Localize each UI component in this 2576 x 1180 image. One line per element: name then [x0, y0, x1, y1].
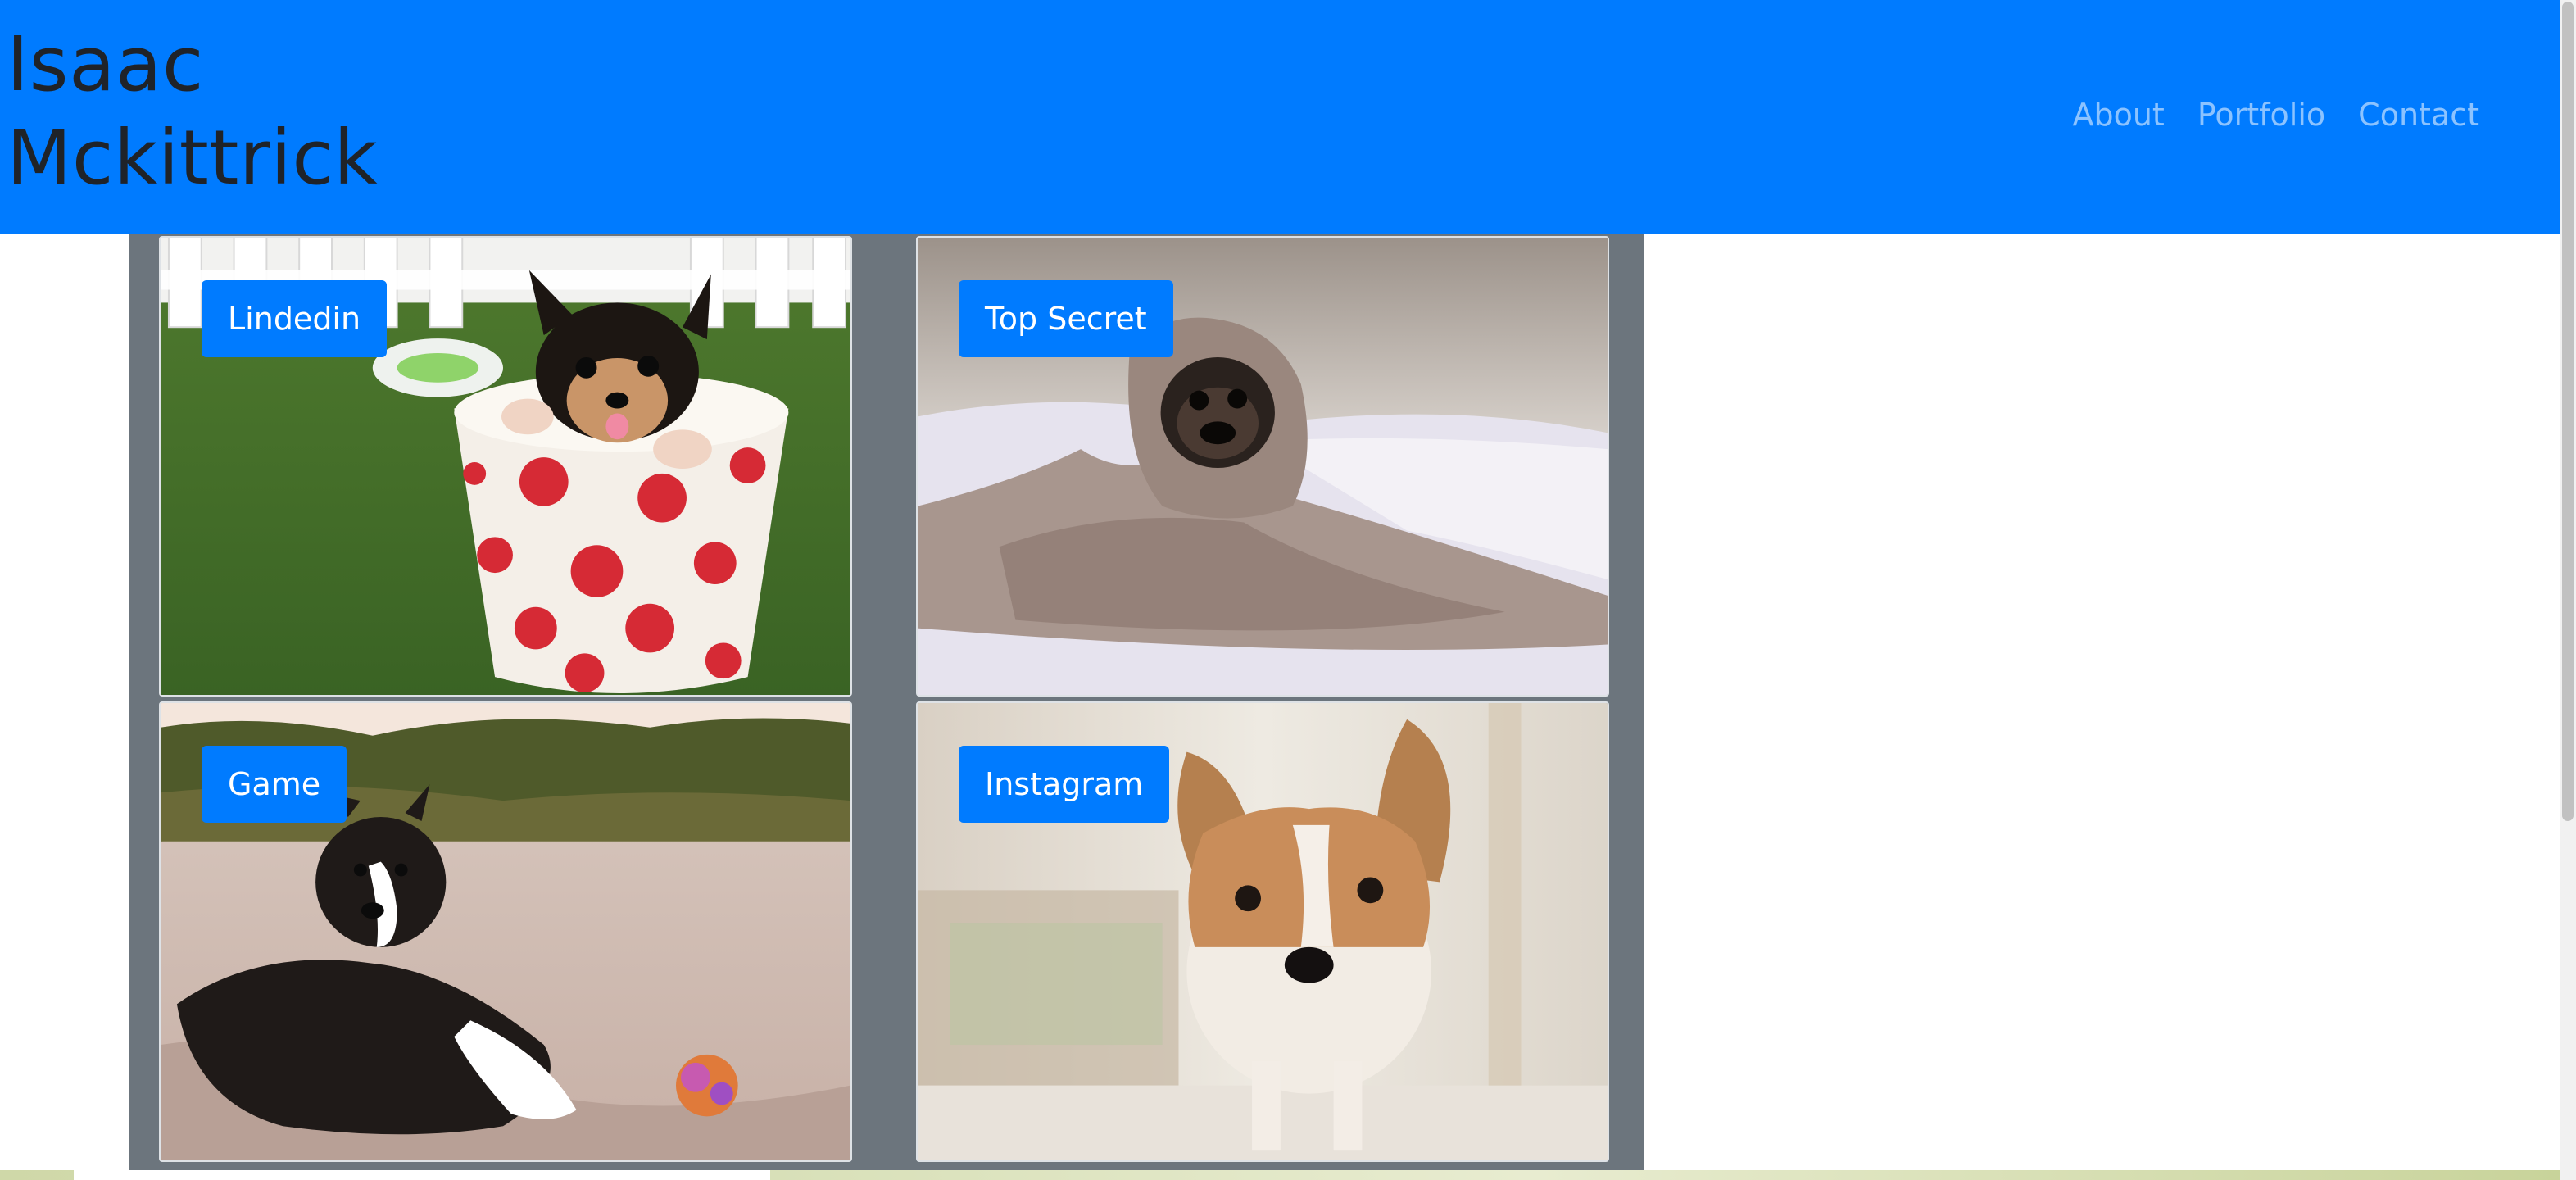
portfolio-card-game[interactable]: Game [159, 701, 852, 1162]
lindedin-button[interactable]: Lindedin [202, 280, 388, 357]
game-button[interactable]: Game [202, 746, 347, 823]
page-scrollbar[interactable] [2560, 0, 2576, 1180]
top-navbar: Isaac Mckittrick About Portfolio Contact [0, 0, 2560, 234]
nav-link-portfolio[interactable]: Portfolio [2197, 92, 2325, 138]
brand-first-name: Isaac [7, 20, 204, 108]
brand-last-name: Mckittrick [7, 114, 379, 202]
nav-links: About Portfolio Contact [2072, 92, 2479, 138]
instagram-button[interactable]: Instagram [959, 746, 1170, 823]
portfolio-card-top-secret[interactable]: Top Secret [916, 236, 1609, 697]
nav-link-about[interactable]: About [2072, 92, 2164, 138]
portfolio-card-instagram[interactable]: Instagram [916, 701, 1609, 1162]
scrollbar-thumb[interactable] [2562, 2, 2574, 821]
bottom-strip-highlight [74, 1170, 770, 1180]
top-secret-button[interactable]: Top Secret [959, 280, 1173, 357]
brand-name[interactable]: Isaac Mckittrick [7, 18, 378, 205]
portfolio-grid: Lindedin Top Secret Game Instagram [129, 234, 1644, 1172]
nav-link-contact[interactable]: Contact [2358, 92, 2479, 138]
portfolio-card-lindedin[interactable]: Lindedin [159, 236, 852, 697]
